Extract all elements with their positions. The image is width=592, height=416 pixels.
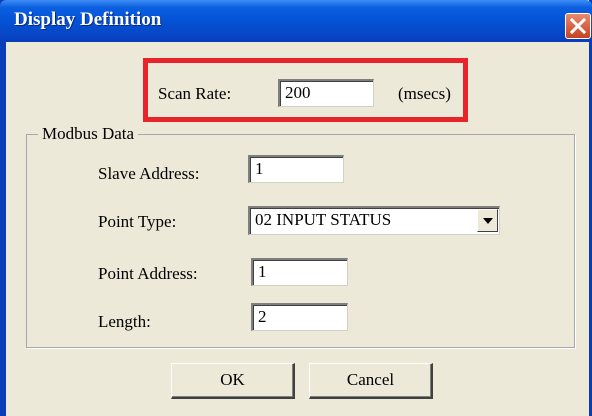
point-type-label: Point Type: [98,212,177,231]
point-address-input[interactable]: 1 [251,258,348,286]
point-type-value: 02 INPUT STATUS [255,210,392,229]
window-title: Display Definition [14,9,162,30]
chevron-down-icon[interactable] [477,209,498,232]
length-label: Length: [98,312,151,331]
length-input[interactable]: 2 [251,303,348,331]
scan-rate-input[interactable]: 200 [278,79,374,107]
close-button[interactable] [565,13,591,39]
scan-rate-unit: (msecs) [398,84,451,103]
modbus-data-legend: Modbus Data [38,124,139,144]
point-address-label: Point Address: [98,264,198,283]
ok-button[interactable]: OK [171,363,295,399]
slave-address-label: Slave Address: [98,164,200,183]
title-bar[interactable]: Display Definition [0,0,592,42]
scan-rate-label: Scan Rate: [158,84,232,103]
cancel-button[interactable]: Cancel [309,363,433,399]
slave-address-input[interactable]: 1 [248,155,344,183]
point-type-select[interactable]: 02 INPUT STATUS [248,206,500,235]
